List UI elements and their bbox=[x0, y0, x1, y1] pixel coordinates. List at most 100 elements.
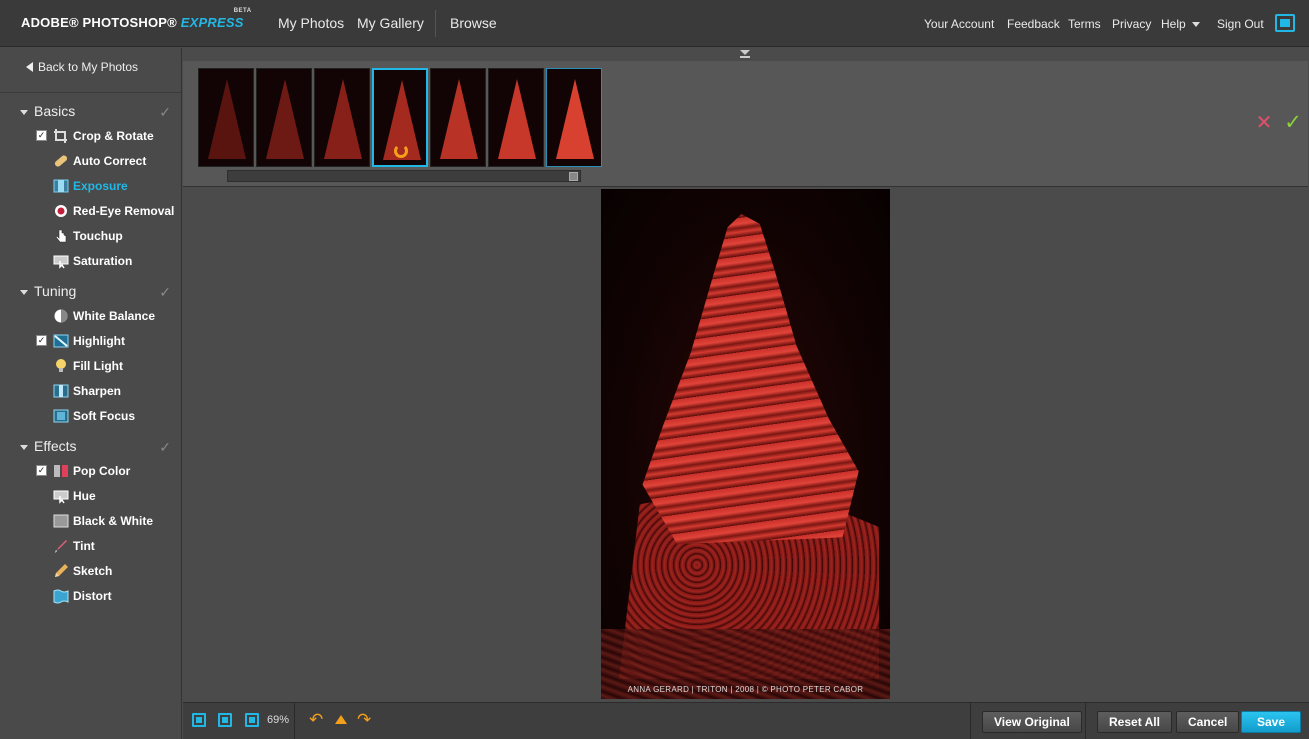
zoom-actual-icon[interactable] bbox=[218, 713, 232, 727]
scrollbar-handle[interactable] bbox=[569, 172, 578, 181]
view-original-button[interactable]: View Original bbox=[982, 711, 1082, 733]
variation-thumbnail[interactable] bbox=[314, 68, 370, 167]
highlight-icon bbox=[53, 334, 69, 348]
privacy-link[interactable]: Privacy bbox=[1112, 17, 1151, 31]
accept-changes-icon[interactable]: ✓ bbox=[1282, 112, 1304, 133]
tool-label: Fill Light bbox=[73, 359, 123, 373]
app-logo: ADOBE® PHOTOSHOP® EXPRESS BETA bbox=[21, 8, 251, 30]
tool-saturation[interactable]: Saturation bbox=[36, 251, 182, 273]
exposure-icon bbox=[53, 179, 69, 193]
tool-label: Sharpen bbox=[73, 384, 122, 398]
tool-highlight[interactable]: ✓ Highlight bbox=[36, 331, 182, 353]
variation-filmstrip bbox=[183, 61, 1308, 187]
checkmark-icon: ✓ bbox=[159, 284, 171, 300]
variation-thumbnail-selected[interactable] bbox=[372, 68, 428, 167]
tool-sketch[interactable]: Sketch bbox=[36, 561, 182, 583]
tool-exposure[interactable]: Exposure bbox=[36, 176, 182, 198]
logo-express: EXPRESS bbox=[180, 15, 244, 30]
variation-thumbnail[interactable] bbox=[546, 68, 602, 167]
reset-variation-icon[interactable] bbox=[394, 144, 408, 158]
photo-preview[interactable]: ANNA GERARD | TRITON | 2008 | © PHOTO PE… bbox=[601, 189, 890, 699]
save-button[interactable]: Save bbox=[1241, 711, 1302, 733]
pop-color-icon bbox=[54, 465, 68, 477]
saturation-icon bbox=[53, 255, 69, 269]
expand-triangle-icon bbox=[20, 109, 28, 115]
terms-link[interactable]: Terms bbox=[1068, 17, 1101, 31]
section-title: Tuning bbox=[34, 283, 77, 299]
tool-label: Distort bbox=[73, 589, 112, 603]
section-basics[interactable]: Basics ✓ bbox=[20, 103, 175, 120]
collapse-filmstrip-icon[interactable] bbox=[739, 50, 751, 59]
your-account-link[interactable]: Your Account bbox=[924, 17, 994, 31]
tool-distort[interactable]: Distort bbox=[36, 586, 182, 608]
sketch-icon bbox=[55, 564, 68, 577]
tool-red-eye-removal[interactable]: Red-Eye Removal bbox=[36, 201, 182, 223]
nav-browse[interactable]: Browse bbox=[450, 15, 497, 31]
logo-main: ADOBE® PHOTOSHOP® bbox=[21, 15, 181, 30]
reset-all-button[interactable]: Reset All bbox=[1097, 711, 1172, 733]
sidebar: Back to My Photos Basics ✓ ✓ Crop & Rota… bbox=[0, 48, 182, 739]
tool-label: Red-Eye Removal bbox=[73, 204, 175, 218]
photo-caption: ANNA GERARD | TRITON | 2008 | © PHOTO PE… bbox=[627, 685, 864, 694]
checkbox-checked[interactable]: ✓ bbox=[36, 130, 47, 141]
sign-out-link[interactable]: Sign Out bbox=[1217, 17, 1264, 31]
tool-auto-correct[interactable]: Auto Correct bbox=[36, 151, 182, 173]
up-icon[interactable] bbox=[335, 715, 347, 724]
tool-label: Saturation bbox=[73, 254, 133, 268]
tool-label: White Balance bbox=[73, 309, 156, 323]
nav-divider bbox=[435, 10, 436, 37]
eye-icon bbox=[55, 205, 67, 217]
variation-thumbnail[interactable] bbox=[256, 68, 312, 167]
tool-touchup[interactable]: Touchup bbox=[36, 226, 182, 248]
checkbox-checked[interactable]: ✓ bbox=[36, 335, 47, 346]
help-label: Help bbox=[1161, 17, 1186, 31]
tool-label: Pop Color bbox=[73, 464, 131, 478]
redo-icon[interactable]: ↷ bbox=[357, 710, 371, 730]
tool-label: Exposure bbox=[73, 179, 128, 193]
section-tuning[interactable]: Tuning ✓ bbox=[20, 283, 175, 300]
reject-changes-icon[interactable]: ✕ bbox=[1255, 113, 1273, 133]
canvas-area: ANNA GERARD | TRITON | 2008 | © PHOTO PE… bbox=[183, 188, 1309, 701]
tool-crop-rotate[interactable]: ✓ Crop & Rotate bbox=[36, 126, 182, 148]
feedback-link[interactable]: Feedback bbox=[1007, 17, 1060, 31]
tool-label: Soft Focus bbox=[73, 409, 135, 423]
tool-pop-color[interactable]: ✓ Pop Color bbox=[36, 461, 182, 483]
tool-black-white[interactable]: Black & White bbox=[36, 511, 182, 533]
nav-my-photos[interactable]: My Photos bbox=[278, 15, 344, 31]
tool-label: Tint bbox=[73, 539, 95, 553]
help-link[interactable]: Help bbox=[1161, 17, 1201, 31]
crop-icon bbox=[54, 129, 67, 143]
tool-sharpen[interactable]: Sharpen bbox=[36, 381, 182, 403]
variation-thumbnail[interactable] bbox=[198, 68, 254, 167]
tool-tint[interactable]: Tint bbox=[36, 536, 182, 558]
tool-hue[interactable]: Hue bbox=[36, 486, 182, 508]
tint-icon bbox=[55, 540, 67, 553]
checkmark-icon: ✓ bbox=[159, 104, 171, 120]
checkbox-checked[interactable]: ✓ bbox=[36, 465, 47, 476]
tool-label: Crop & Rotate bbox=[73, 129, 154, 143]
fullscreen-icon[interactable] bbox=[1275, 14, 1295, 32]
back-to-my-photos-button[interactable]: Back to My Photos bbox=[26, 60, 138, 74]
toolbar-divider bbox=[970, 703, 971, 739]
tool-label: Hue bbox=[73, 489, 96, 503]
undo-icon[interactable]: ↶ bbox=[309, 710, 323, 730]
tool-fill-light[interactable]: Fill Light bbox=[36, 356, 182, 378]
variation-thumbnail[interactable] bbox=[488, 68, 544, 167]
section-effects[interactable]: Effects ✓ bbox=[20, 438, 175, 455]
filmstrip-scrollbar[interactable] bbox=[227, 170, 581, 182]
cancel-button[interactable]: Cancel bbox=[1176, 711, 1240, 733]
beta-badge: BETA bbox=[233, 8, 252, 14]
sharpen-icon bbox=[53, 384, 69, 398]
zoom-level: 69% bbox=[267, 714, 290, 726]
tool-white-balance[interactable]: White Balance bbox=[36, 306, 182, 328]
soft-focus-icon bbox=[53, 409, 69, 423]
variation-thumbnail[interactable] bbox=[430, 68, 486, 167]
nav-my-gallery[interactable]: My Gallery bbox=[357, 15, 424, 31]
top-bar: ADOBE® PHOTOSHOP® EXPRESS BETA My Photos… bbox=[0, 0, 1309, 47]
zoom-fill-icon[interactable] bbox=[245, 713, 259, 727]
lightbulb-icon bbox=[56, 359, 66, 372]
sidebar-divider bbox=[0, 92, 182, 93]
tool-soft-focus[interactable]: Soft Focus bbox=[36, 406, 182, 428]
hand-icon bbox=[55, 229, 67, 243]
zoom-fit-icon[interactable] bbox=[192, 713, 206, 727]
